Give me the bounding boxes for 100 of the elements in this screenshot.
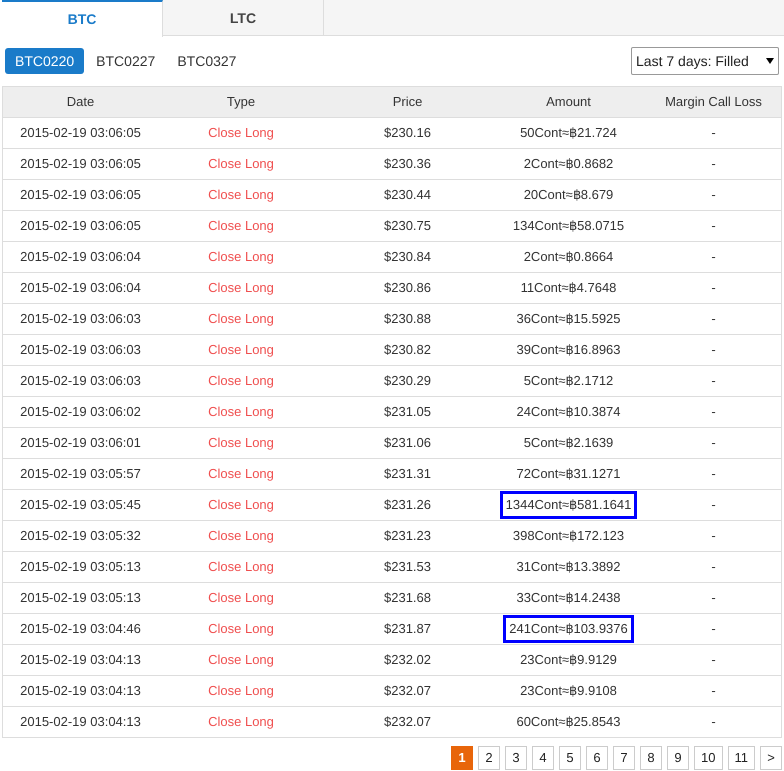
type-cell-text: Close Long [208,465,274,484]
amount-cell: 1344Cont≈฿581.1641 [500,491,638,519]
page-button[interactable]: 2 [478,746,500,770]
price-cell-text: $231.68 [384,589,431,608]
price-cell-text: $232.02 [384,651,431,670]
page-button[interactable]: 11 [728,746,755,770]
price-cell-text: $232.07 [384,713,431,732]
type-cell-text: Close Long [208,682,274,700]
price-cell-text: $231.87 [384,620,431,638]
type-cell-text: Close Long [208,124,274,142]
type-cell-text: Close Long [208,186,274,204]
type-cell-text: Close Long [208,279,274,298]
loss-cell-text: - [711,372,716,390]
date-cell-text: 2015-02-19 03:05:13 [20,558,141,576]
type-cell-text: Close Long [208,496,274,514]
page-button[interactable]: 5 [559,746,582,770]
loss-cell-text: - [711,496,716,514]
contract-tab[interactable]: BTC0227 [86,48,166,74]
type-cell-text: Close Long [208,558,274,576]
amount-cell-text: 134Cont≈฿58.0715 [512,217,626,236]
page-button[interactable]: 10 [694,746,722,770]
type-cell-text: Close Long [208,713,274,732]
loss-cell-text: - [711,279,716,298]
type-cell-text: Close Long [208,527,274,546]
price-cell-text: $230.16 [384,124,431,142]
price-cell-text: $232.07 [384,682,431,700]
date-cell-text: 2015-02-19 03:05:32 [20,527,141,546]
column-header: Price [392,93,424,112]
price-cell-text: $230.82 [384,341,431,360]
column-header: Date [66,93,96,112]
date-cell-text: 2015-02-19 03:04:13 [20,713,141,732]
type-cell-text: Close Long [208,310,274,328]
column-header: Amount [545,93,592,112]
contract-tab[interactable]: BTC0220 [5,48,84,74]
type-cell-text: Close Long [208,589,274,608]
type-cell-text: Close Long [208,372,274,390]
date-cell-text: 2015-02-19 03:04:13 [20,651,141,670]
page-button[interactable]: > [760,746,782,770]
date-cell-text: 2015-02-19 03:06:05 [20,217,141,236]
price-cell-text: $230.29 [384,372,431,390]
page-button[interactable]: 3 [505,746,528,770]
amount-cell-text: 36Cont≈฿15.5925 [515,310,622,328]
price-cell-text: $231.26 [384,496,431,514]
date-cell-text: 2015-02-19 03:06:03 [20,341,141,360]
amount-cell-text: 33Cont≈฿14.2438 [515,589,622,608]
amount-cell-text: 31Cont≈฿13.3892 [515,558,622,576]
date-cell-text: 2015-02-19 03:05:57 [20,465,141,484]
loss-cell-text: - [711,620,716,638]
loss-cell-text: - [711,124,716,142]
price-cell-text: $230.86 [384,279,431,298]
loss-cell-text: - [711,558,716,576]
dropdown-arrow-icon [766,58,774,64]
page-button[interactable]: 6 [586,746,608,770]
date-cell-text: 2015-02-19 03:05:13 [20,589,141,608]
price-cell-text: $231.53 [384,558,431,576]
amount-cell-text: 39Cont≈฿16.8963 [515,341,622,360]
price-cell-text: $230.88 [384,310,431,328]
amount-cell-text: 20Cont≈฿8.679 [522,186,614,204]
date-cell-text: 2015-02-19 03:04:13 [20,682,141,700]
amount-cell-text: 72Cont≈฿31.1271 [515,465,622,484]
amount-cell-text: 2Cont≈฿0.8682 [522,155,614,174]
page-button[interactable]: 8 [640,746,662,770]
loss-cell-text: - [711,248,716,266]
price-cell-text: $231.06 [384,434,431,452]
date-cell-text: 2015-02-19 03:04:46 [20,620,141,638]
date-cell-text: 2015-02-19 03:06:01 [20,434,141,452]
type-cell-text: Close Long [208,403,274,422]
page-button[interactable]: 7 [613,746,636,770]
amount-cell-text: 11Cont≈฿4.7648 [520,279,618,298]
column-header: Type [226,93,256,112]
amount-cell-text: 5Cont≈฿2.1712 [522,372,614,390]
amount-cell-text: 5Cont≈฿2.1639 [522,434,614,452]
type-cell-text: Close Long [208,651,274,670]
currency-tab[interactable]: BTC [2,0,163,37]
loss-cell-text: - [711,682,716,700]
type-cell-text: Close Long [208,341,274,360]
amount-cell-text: 23Cont≈฿9.9129 [519,651,618,670]
date-cell-text: 2015-02-19 03:06:04 [20,279,141,298]
date-cell-text: 2015-02-19 03:06:03 [20,310,141,328]
price-cell-text: $231.31 [384,465,431,484]
page-button[interactable]: 9 [667,746,690,770]
type-cell-text: Close Long [208,155,274,174]
loss-cell-text: - [711,155,716,174]
type-cell-text: Close Long [208,620,274,638]
currency-tab[interactable]: LTC [163,0,324,36]
price-cell-text: $230.36 [384,155,431,174]
contract-tab[interactable]: BTC0327 [167,48,246,74]
date-cell-text: 2015-02-19 03:06:05 [20,186,141,204]
price-cell-text: $230.75 [384,217,431,236]
amount-cell-text: 2Cont≈฿0.8664 [522,248,614,266]
type-cell-text: Close Long [208,248,274,266]
loss-cell-text: - [711,186,716,204]
date-cell-text: 2015-02-19 03:06:05 [20,155,141,174]
loss-cell-text: - [711,651,716,670]
price-cell-text: $231.23 [384,527,431,546]
loss-cell-text: - [711,527,716,546]
filter-dropdown[interactable]: Last 7 days: Filled [631,47,779,75]
date-cell-text: 2015-02-19 03:06:02 [20,403,141,422]
amount-cell-text: 60Cont≈฿25.8543 [515,713,622,732]
page-button[interactable]: 4 [532,746,554,770]
